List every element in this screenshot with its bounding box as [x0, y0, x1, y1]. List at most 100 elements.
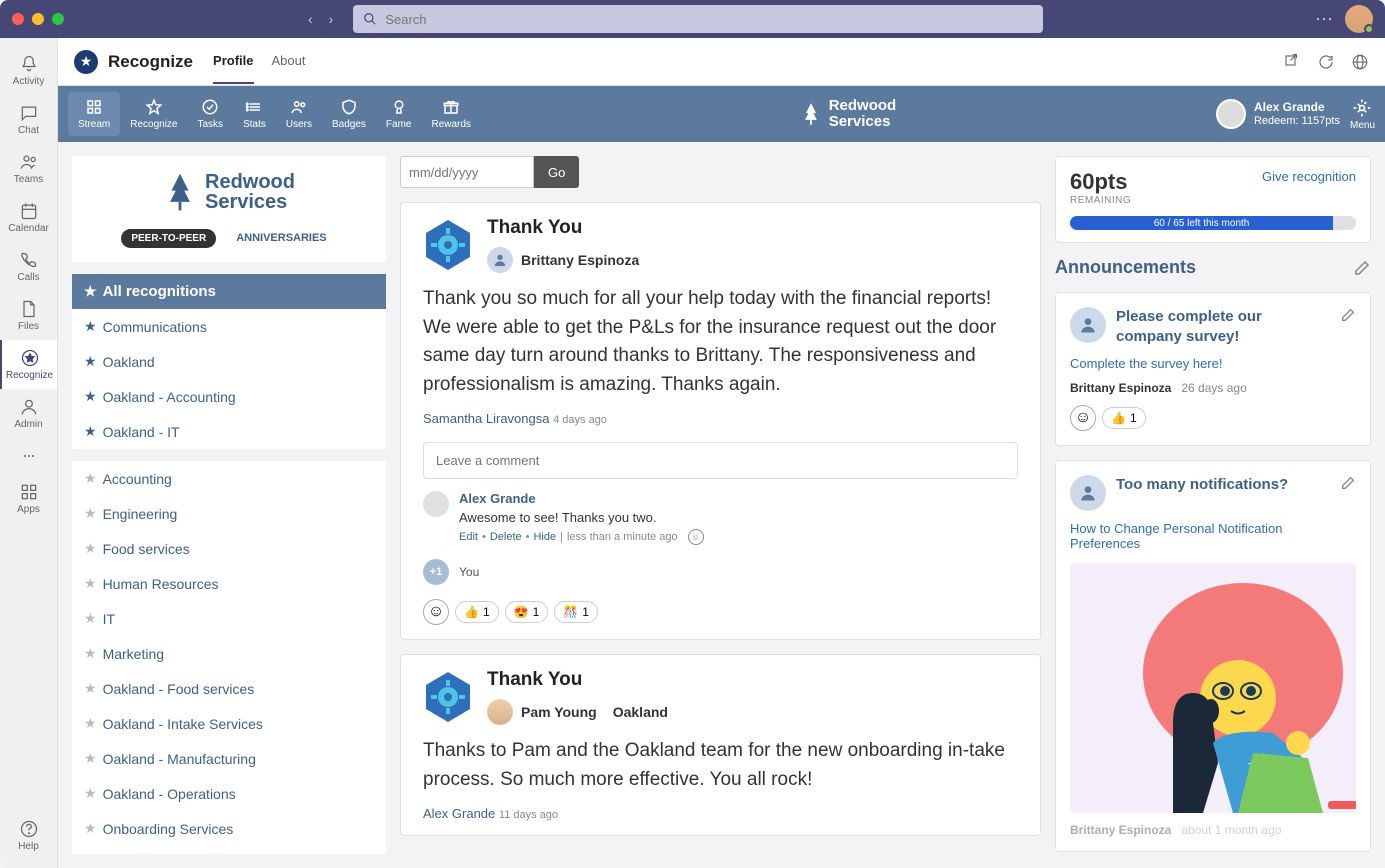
more-icon [21, 446, 37, 466]
reaction-pill[interactable]: 👍1 [455, 601, 499, 623]
pill-peer-to-peer[interactable]: PEER-TO-PEER [121, 229, 216, 248]
cat-item[interactable]: ★Food services [72, 531, 386, 566]
tb-recognize[interactable]: Recognize [120, 92, 187, 136]
announcement-title[interactable]: Too many notifications? [1116, 475, 1330, 511]
date-input[interactable] [400, 156, 534, 188]
comment-timestamp: less than a minute ago [567, 531, 678, 543]
rail-recognize[interactable]: Recognize [0, 340, 57, 389]
teams-icon [19, 152, 39, 172]
user-avatar[interactable] [1345, 5, 1373, 33]
rail-calendar[interactable]: Calendar [0, 193, 57, 242]
delete-link[interactable]: Delete [490, 531, 522, 543]
edit-link[interactable]: Edit [459, 531, 478, 543]
announcement-illustration [1070, 563, 1356, 813]
toolbar-user-name: Alex Grande [1254, 100, 1340, 114]
cat-fav[interactable]: ★Oakland [72, 344, 386, 379]
announcement-link[interactable]: Complete the survey here! [1070, 356, 1356, 371]
tb-stream[interactable]: Stream [68, 92, 120, 136]
add-reaction[interactable]: ☺ [1070, 405, 1096, 431]
rail-more[interactable] [0, 438, 57, 474]
react-icon[interactable]: ☺ [688, 529, 704, 545]
comment-input[interactable] [423, 442, 1018, 479]
reaction-pill[interactable]: 👍1 [1102, 407, 1146, 429]
tb-rewards[interactable]: Rewards [421, 92, 480, 136]
nav-back[interactable]: ‹ [304, 7, 317, 31]
cat-fav[interactable]: ★Oakland - Accounting [72, 379, 386, 414]
tab-profile[interactable]: Profile [213, 39, 253, 84]
cat-item[interactable]: ★Onboarding Services [72, 811, 386, 846]
blue-toolbar: Stream Recognize Tasks Stats Users Badge… [58, 86, 1385, 142]
rail-chat[interactable]: Chat [0, 95, 57, 144]
cat-item[interactable]: ★Oakland - Food services [72, 671, 386, 706]
plus-one-badge[interactable]: +1 [423, 559, 449, 585]
tb-users[interactable]: Users [276, 92, 322, 136]
card-author[interactable]: Samantha Liravongsa [423, 411, 549, 426]
cat-item[interactable]: ★Oakland - Manufacturing [72, 741, 386, 776]
card-author[interactable]: Alex Grande [423, 806, 495, 821]
go-button[interactable]: Go [534, 156, 579, 188]
search-bar[interactable] [353, 5, 1043, 33]
give-recognition-link[interactable]: Give recognition [1262, 169, 1356, 184]
reaction-pill[interactable]: 🎊1 [554, 601, 598, 623]
gift-icon [442, 98, 460, 116]
cat-fav[interactable]: ★Communications [72, 309, 386, 344]
globe-icon[interactable] [1351, 53, 1369, 71]
nav-forward[interactable]: › [325, 7, 338, 31]
tb-fame[interactable]: Fame [376, 92, 422, 136]
announcement-link[interactable]: How to Change Personal Notification Pref… [1070, 521, 1356, 551]
rail-files[interactable]: Files [0, 291, 57, 340]
recipient-name[interactable]: Brittany Espinoza [521, 252, 639, 268]
points-value: 60pts [1070, 169, 1131, 195]
recipient-avatar [487, 699, 513, 725]
close-window[interactable] [12, 13, 24, 25]
announcement-card: Please complete our company survey! Comp… [1055, 292, 1371, 446]
add-reaction[interactable]: ☺ [423, 599, 449, 625]
announcements-heading: Announcements [1055, 257, 1196, 278]
edit-icon[interactable] [1353, 259, 1371, 277]
cat-item[interactable]: ★Marketing [72, 636, 386, 671]
cat-item[interactable]: ★IT [72, 601, 386, 636]
rail-apps[interactable]: Apps [0, 474, 57, 523]
edit-icon[interactable] [1340, 307, 1356, 323]
rail-teams[interactable]: Teams [0, 144, 57, 193]
tb-stats[interactable]: Stats [233, 92, 276, 136]
cat-all[interactable]: ★All recognitions [72, 274, 386, 309]
cat-item[interactable]: ★Oakland - Intake Services [72, 706, 386, 741]
cat-item[interactable]: ★Accounting [72, 461, 386, 496]
cat-item[interactable]: ★Human Resources [72, 566, 386, 601]
app-name: Recognize [108, 52, 193, 72]
announcement-card: Too many notifications? How to Change Pe… [1055, 460, 1371, 852]
titlebar: ‹ › ⋯ [0, 0, 1385, 38]
logo-text-2: Services [205, 192, 295, 212]
minimize-window[interactable] [32, 13, 44, 25]
rail-activity[interactable]: Activity [0, 46, 57, 95]
edit-icon[interactable] [1340, 475, 1356, 491]
reaction-pill[interactable]: 😍1 [505, 601, 549, 623]
cat-item[interactable]: ★Engineering [72, 496, 386, 531]
cat-item[interactable]: ★Operations [72, 846, 386, 854]
tab-about[interactable]: About [272, 39, 306, 84]
progress-text: 60 / 65 left this month [1070, 216, 1333, 230]
hide-link[interactable]: Hide [533, 531, 556, 543]
toolbar-user[interactable]: Alex Grande Redeem: 1157pts [1216, 99, 1340, 129]
search-input[interactable] [385, 12, 1033, 27]
cat-item[interactable]: ★Oakland - Operations [72, 776, 386, 811]
more-options[interactable]: ⋯ [1315, 9, 1333, 30]
comment-author[interactable]: Alex Grande [459, 491, 1018, 506]
pill-anniversaries[interactable]: ANNIVERSARIES [226, 228, 336, 248]
maximize-window[interactable] [52, 13, 64, 25]
team-name[interactable]: Oakland [613, 704, 668, 720]
cat-fav[interactable]: ★Oakland - IT [72, 414, 386, 449]
tb-badges[interactable]: Badges [322, 92, 376, 136]
popout-icon[interactable] [1283, 53, 1301, 71]
rail-calls[interactable]: Calls [0, 242, 57, 291]
refresh-icon[interactable] [1317, 53, 1335, 71]
recipient-name[interactable]: Pam Young [521, 704, 597, 720]
card-timestamp: 4 days ago [553, 414, 607, 426]
announcement-title[interactable]: Please complete our company survey! [1116, 307, 1330, 346]
rail-admin[interactable]: Admin [0, 389, 57, 438]
categories-list: ★Accounting ★Engineering ★Food services … [72, 461, 386, 854]
rail-help[interactable]: Help [0, 811, 57, 860]
toolbar-menu[interactable]: Menu [1350, 98, 1375, 131]
tb-tasks[interactable]: Tasks [188, 92, 234, 136]
